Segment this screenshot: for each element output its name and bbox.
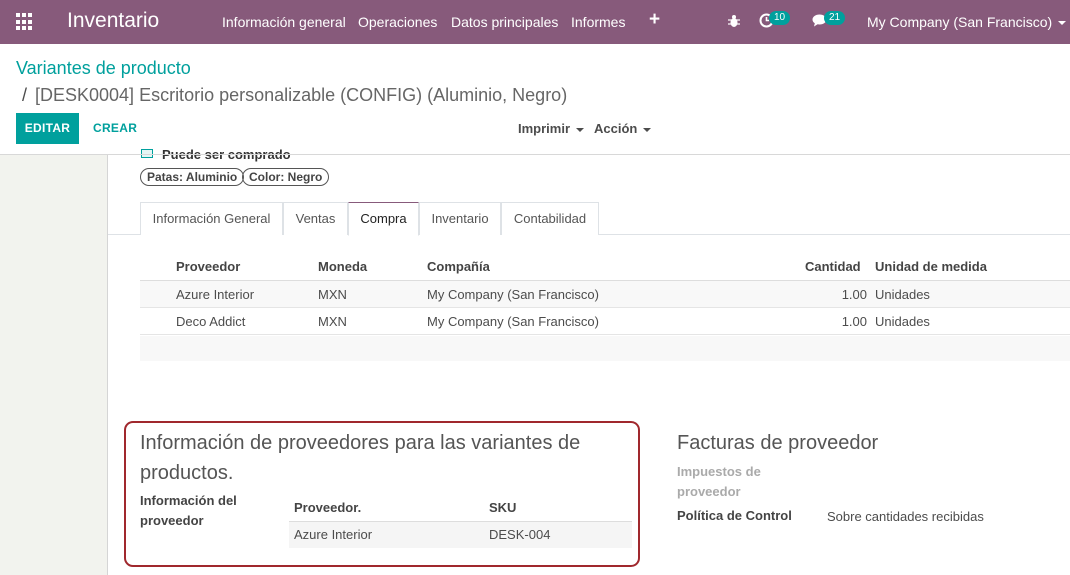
print-dropdown[interactable]: Imprimir [518, 121, 585, 136]
edit-button[interactable]: EDITAR [16, 113, 79, 144]
left-gutter [0, 155, 108, 575]
create-button[interactable]: CREAR [93, 113, 137, 144]
variant-vendor-title: Información de proveedores para las vari… [140, 428, 580, 488]
menu-item-informacion-general[interactable]: Información general [222, 14, 346, 30]
control-policy-label: Política de Control [677, 508, 792, 523]
column-header-unidad[interactable]: Unidad de medida [875, 259, 987, 274]
cell-unidad: Unidades [875, 287, 930, 302]
breadcrumb-separator: / [22, 85, 28, 105]
cell-proveedor: Deco Addict [176, 314, 246, 329]
cell-proveedor: Azure Interior [176, 287, 255, 302]
control-panel-border [0, 154, 1070, 155]
chevron-down-icon [576, 127, 585, 132]
menu-item-datos-principales[interactable]: Datos principales [451, 14, 558, 30]
tab-informacion-general[interactable]: Información General [140, 202, 283, 235]
column-header-moneda[interactable]: Moneda [318, 259, 367, 274]
tab-compra[interactable]: Compra [348, 202, 419, 236]
message-count-badge: 21 [824, 11, 846, 25]
plus-icon[interactable]: + [649, 10, 660, 30]
cell-proveedor: Azure Interior [294, 527, 373, 542]
cell-compania: My Company (San Francisco) [427, 314, 599, 329]
tab-contabilidad[interactable]: Contabilidad [501, 202, 599, 235]
breadcrumb-parent[interactable]: Variantes de producto [16, 58, 191, 79]
cell-cantidad: 1.00 [841, 314, 867, 329]
action-dropdown[interactable]: Acción [594, 121, 652, 136]
apps-menu-icon[interactable] [16, 13, 34, 31]
top-navbar: Inventario Información general Operacion… [0, 0, 1070, 44]
tab-ventas[interactable]: Ventas [283, 202, 348, 235]
chevron-down-icon [643, 127, 652, 132]
vendor-info-label: Información del proveedor [140, 491, 237, 531]
menu-item-operaciones[interactable]: Operaciones [358, 14, 437, 30]
column-header-sku[interactable]: SKU [489, 500, 516, 515]
column-header-compania[interactable]: Compañía [427, 259, 490, 274]
print-label: Imprimir [518, 121, 571, 136]
attribute-tag: Patas: Aluminio [140, 168, 245, 186]
column-header-cantidad[interactable]: Cantidad [805, 259, 861, 274]
vendor-info-label-line: Información del [140, 493, 237, 508]
bug-icon[interactable] [728, 14, 740, 28]
action-label: Acción [594, 121, 638, 136]
cell-sku: DESK-004 [489, 527, 551, 542]
vendor-bills-title: Facturas de proveedor [677, 432, 879, 454]
attribute-tag: Color: Negro [242, 168, 330, 186]
table-row[interactable]: Azure Interior MXN My Company (San Franc… [140, 281, 1070, 308]
cell-moneda: MXN [318, 314, 347, 329]
company-name: My Company (San Francisco) [867, 14, 1053, 30]
cell-unidad: Unidades [875, 314, 930, 329]
app-title[interactable]: Inventario [67, 9, 159, 33]
variant-vendor-table-header: Proveedor. SKU [289, 495, 632, 522]
breadcrumb-current: [DESK0004] Escritorio personalizable (CO… [35, 85, 568, 105]
cell-moneda: MXN [318, 287, 347, 302]
column-header-proveedor[interactable]: Proveedor [176, 259, 240, 274]
table-row[interactable]: Azure Interior DESK-004 [289, 522, 632, 548]
vendor-taxes-label: Impuestos de proveedor [677, 462, 761, 502]
vendor-taxes-label-line: proveedor [677, 484, 741, 499]
variant-vendor-title-line: Información de proveedores para las vari… [140, 432, 581, 454]
column-header-proveedor[interactable]: Proveedor. [294, 500, 361, 515]
cell-cantidad: 1.00 [841, 287, 867, 302]
tab-inventario[interactable]: Inventario [419, 202, 501, 235]
menu-item-informes[interactable]: Informes [571, 14, 625, 30]
table-empty-row [140, 336, 1070, 361]
vendor-info-label-line: proveedor [140, 513, 204, 528]
activity-count-badge: 10 [769, 11, 791, 25]
control-policy-value[interactable]: Sobre cantidades recibidas [827, 509, 984, 524]
vendor-taxes-label-line: Impuestos de [677, 464, 761, 479]
table-row[interactable]: Deco Addict MXN My Company (San Francisc… [140, 308, 1070, 335]
variant-vendor-title-line: productos. [140, 462, 234, 484]
vendor-table-header: Proveedor Moneda Compañía Cantidad Unida… [140, 252, 1070, 281]
company-switcher[interactable]: My Company (San Francisco) [867, 14, 1067, 30]
cell-compania: My Company (San Francisco) [427, 287, 599, 302]
chevron-down-icon [1058, 21, 1067, 26]
